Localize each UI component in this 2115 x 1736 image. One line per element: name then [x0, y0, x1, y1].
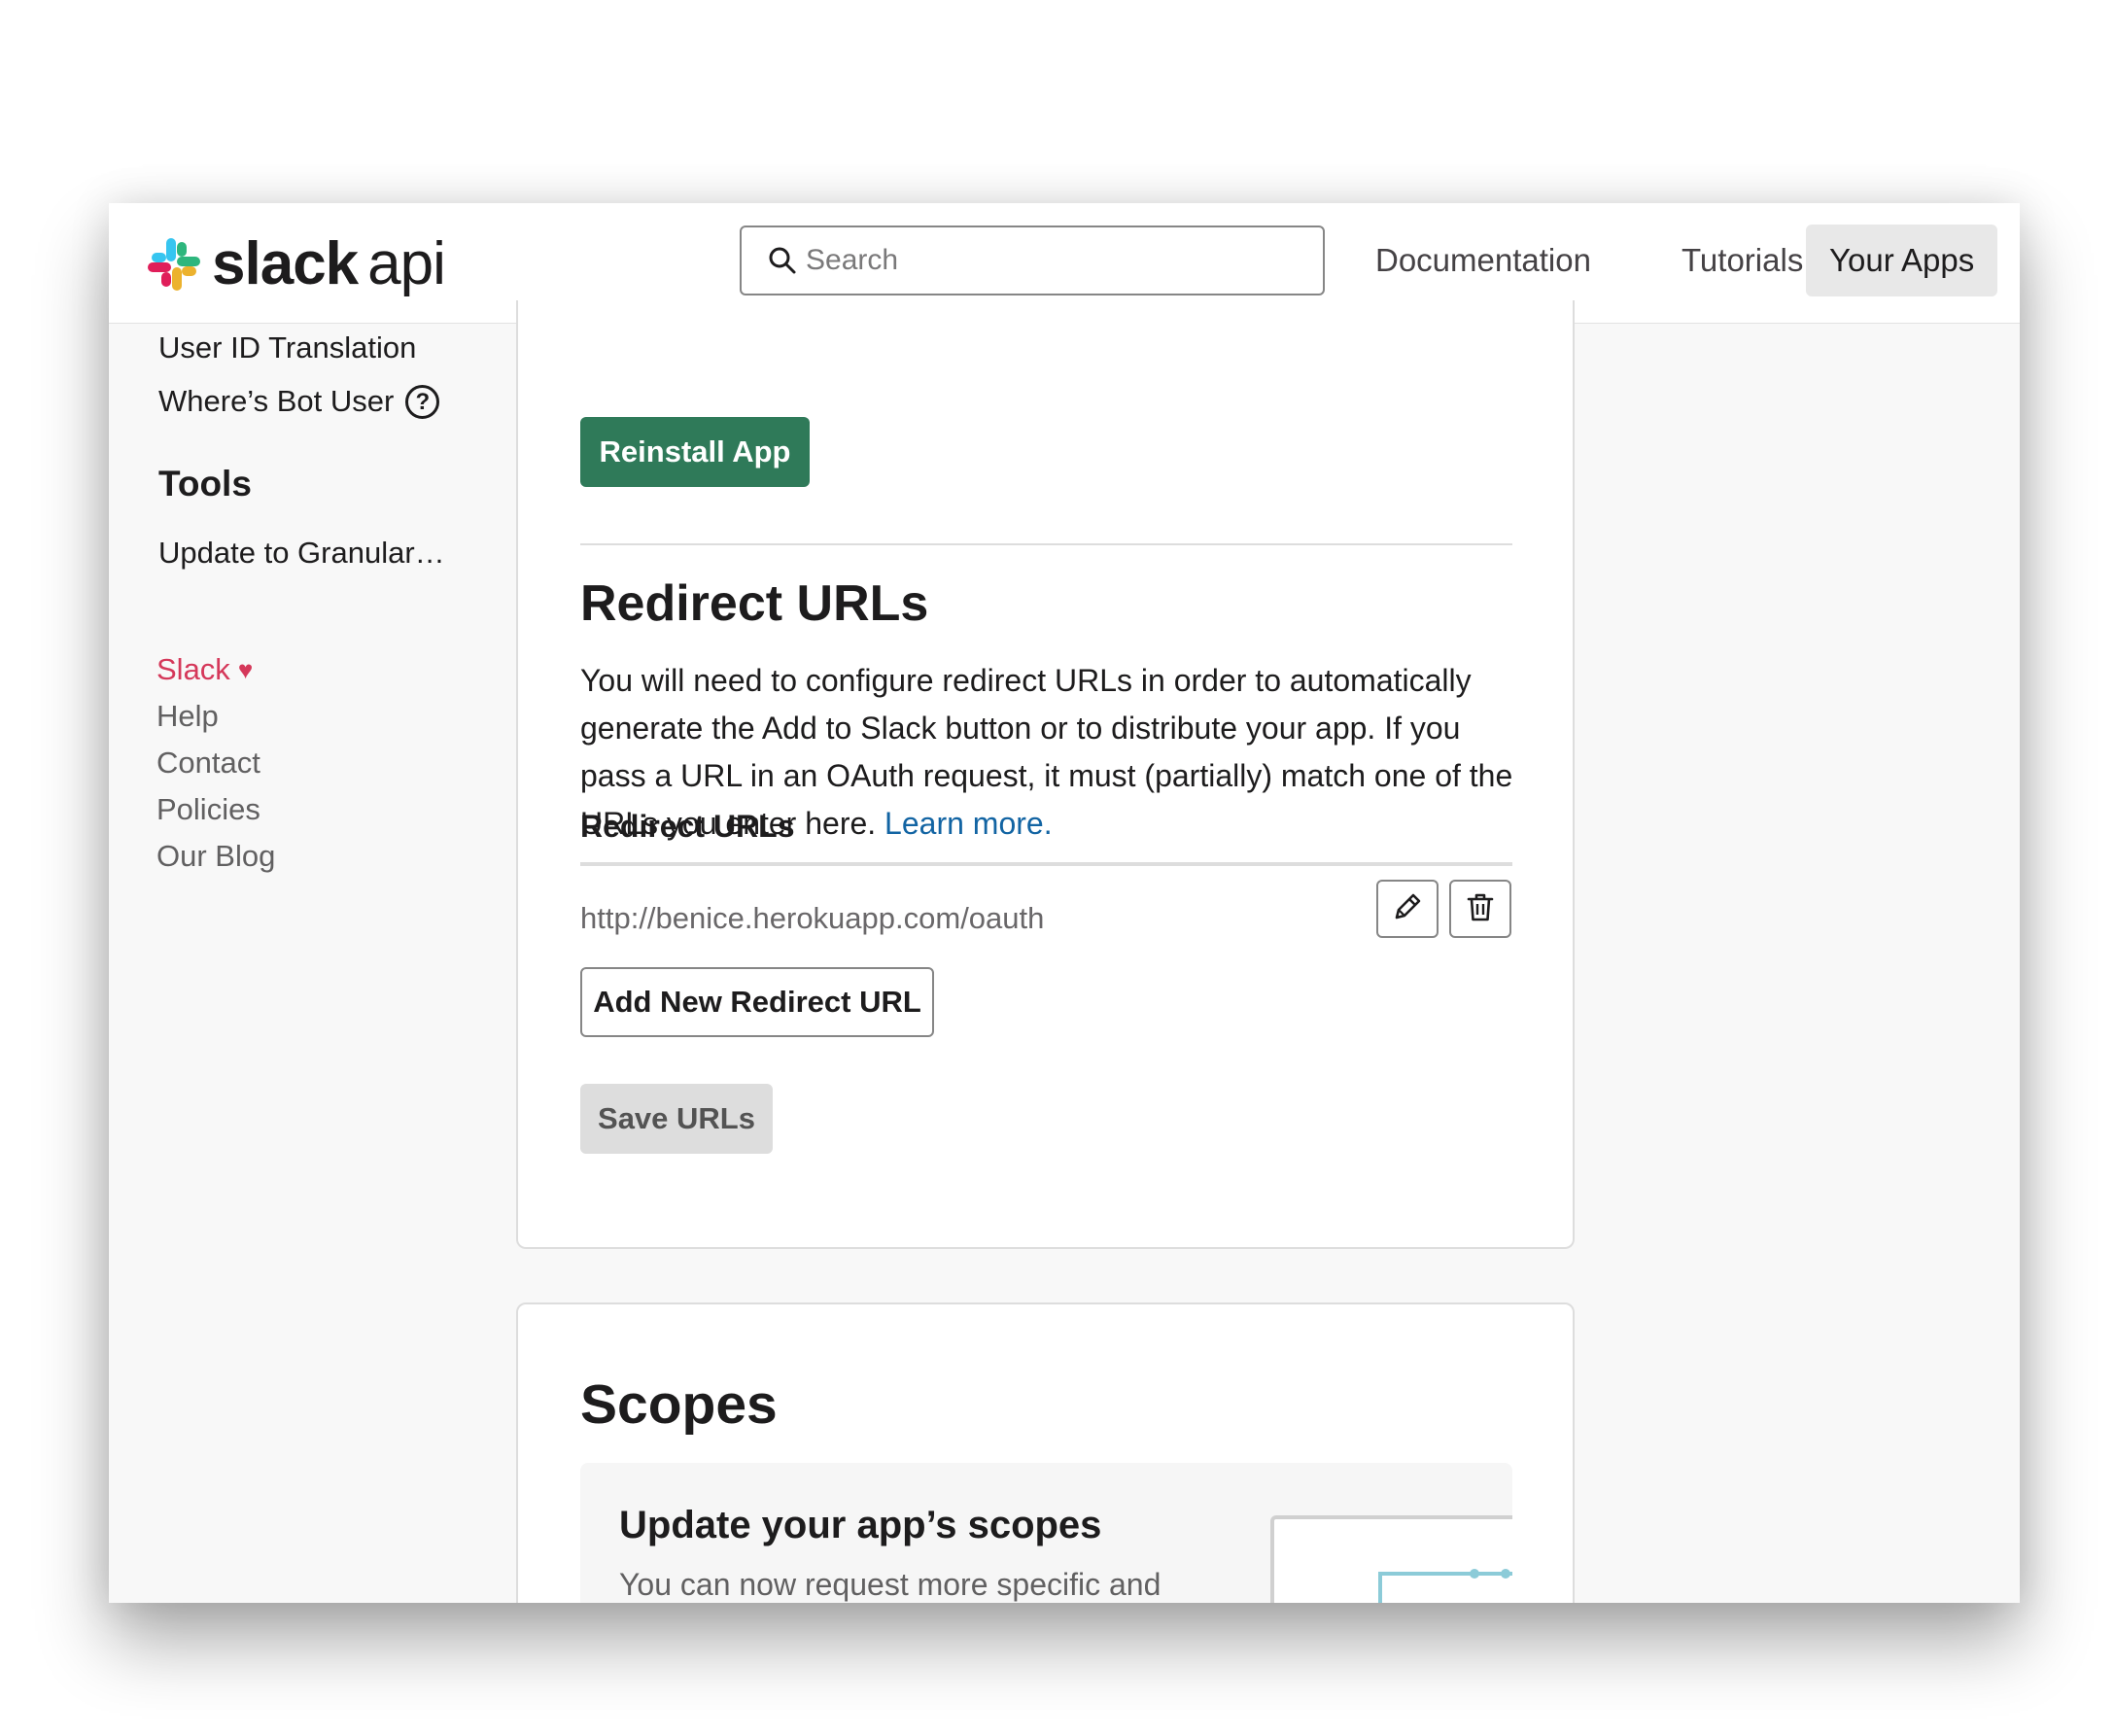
search-input[interactable] — [804, 243, 1309, 278]
nav-tutorials[interactable]: Tutorials — [1658, 225, 1826, 296]
update-scopes-subtitle: You can now request more specific and — [619, 1567, 1162, 1602]
browser-window: slackapi Documentation Tutorials Your Ap… — [109, 203, 2020, 1603]
heart-icon: ♥ — [237, 654, 254, 684]
sidebar-item-user-id-translation[interactable]: User ID Translation — [158, 330, 416, 365]
section-divider — [580, 543, 1512, 545]
footer-link-contact[interactable]: Contact — [156, 746, 260, 781]
slack-api-logo[interactable]: slack api — [146, 234, 446, 295]
nav-documentation[interactable]: Documentation — [1352, 225, 1614, 296]
update-scopes-title: Update your app’s scopes — [619, 1504, 1102, 1546]
sidebar-item-label: Where’s Bot User — [158, 384, 395, 418]
save-urls-button[interactable]: Save URLs — [580, 1084, 773, 1154]
logo-wordmark: slack api — [212, 234, 446, 295]
slack-logo-icon — [146, 236, 202, 293]
footer-link-policies[interactable]: Policies — [156, 792, 260, 827]
scopes-illustration-icon — [1270, 1515, 1512, 1603]
logo-suffix: api — [367, 230, 446, 297]
footer-link-help[interactable]: Help — [156, 699, 219, 734]
sidebar-item-update-granular[interactable]: Update to Granular… — [158, 536, 445, 571]
update-scopes-panel: Update your app’s scopes You can now req… — [580, 1463, 1512, 1603]
nav-your-apps[interactable]: Your Apps — [1806, 225, 1998, 296]
redirect-urls-card: Reinstall App Redirect URLs You will nee… — [516, 300, 1575, 1249]
search-box[interactable] — [740, 226, 1325, 295]
redirect-urls-label: Redirect URLs — [580, 809, 795, 844]
search-icon — [767, 245, 798, 276]
sidebar-item-wheres-bot-user[interactable]: Where’s Bot User ? — [158, 384, 440, 419]
edit-url-button[interactable] — [1376, 880, 1439, 938]
learn-more-link[interactable]: Learn more. — [884, 806, 1053, 841]
question-circle-icon[interactable]: ? — [405, 384, 440, 419]
scopes-card: Scopes Update your app’s scopes You can … — [516, 1302, 1575, 1603]
delete-url-button[interactable] — [1449, 880, 1511, 938]
footer-link-our-blog[interactable]: Our Blog — [156, 839, 275, 874]
redirect-urls-heading: Redirect URLs — [580, 575, 929, 632]
redirect-url-value: http://benice.herokuapp.com/oauth — [580, 901, 1045, 935]
add-new-redirect-url-button[interactable]: Add New Redirect URL — [580, 967, 934, 1037]
logo-brand: slack — [212, 230, 359, 297]
redirect-urls-underline — [580, 862, 1512, 866]
pencil-icon — [1391, 890, 1424, 928]
footer-link-slack[interactable]: Slack ♥ — [156, 652, 253, 687]
reinstall-app-button[interactable]: Reinstall App — [580, 417, 810, 487]
sidebar-section-tools-heading: Tools — [158, 464, 252, 503]
scopes-heading: Scopes — [580, 1373, 778, 1436]
trash-icon — [1464, 890, 1497, 928]
footer-slack-label: Slack — [156, 652, 230, 686]
